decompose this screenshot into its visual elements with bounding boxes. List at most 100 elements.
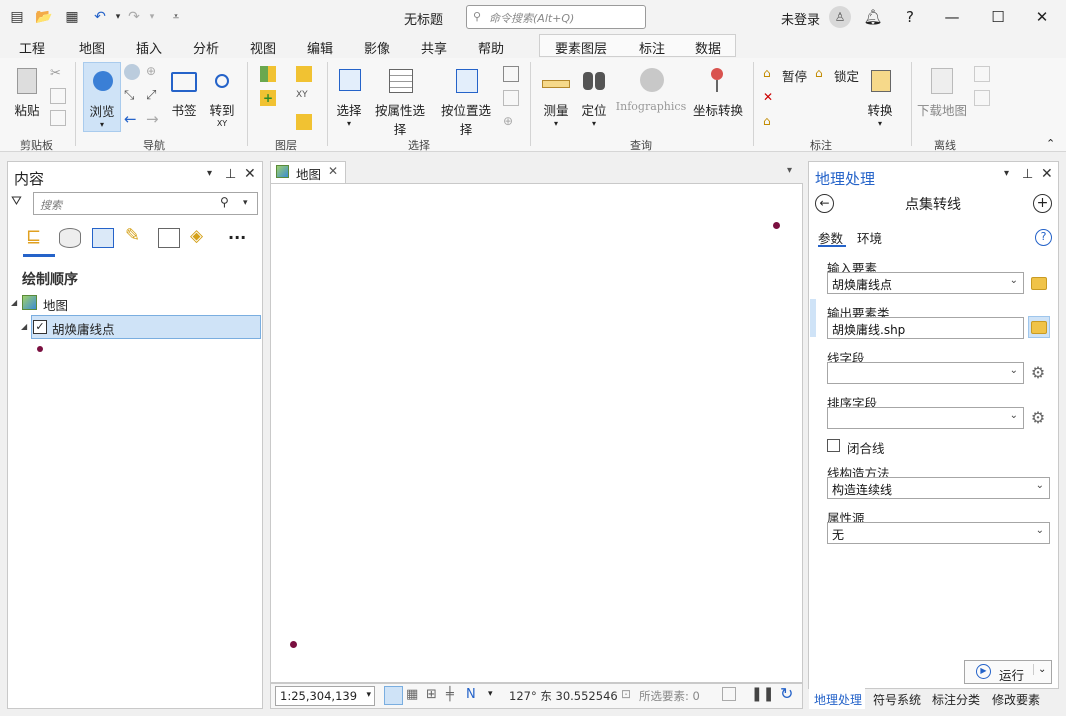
select-button[interactable]: 选择 ▾ [334, 66, 364, 128]
layer-expand-icon[interactable]: ◢ [21, 322, 27, 331]
pause-drawing-icon[interactable]: ❚❚ [751, 686, 774, 702]
layer-visibility-checkbox[interactable]: ✓ [33, 320, 47, 334]
fixed-zoom-icon[interactable]: ⊕ [146, 64, 162, 80]
forward-extent-icon[interactable]: → [146, 110, 162, 128]
tab-help[interactable]: 帮助 [478, 38, 504, 57]
north-arrow-icon[interactable]: N [466, 687, 476, 702]
locate-button[interactable]: 定位 ▾ [578, 66, 610, 128]
cut-icon[interactable]: ✂ [50, 66, 66, 82]
refresh-toggle-icon[interactable] [722, 687, 736, 701]
pane-tab-label-class[interactable]: 标注分类 [932, 691, 980, 708]
tab-share[interactable]: 共享 [421, 38, 447, 57]
add-tool-icon[interactable]: + [1033, 194, 1052, 213]
copy-icon[interactable] [50, 88, 66, 104]
sync-icon[interactable] [974, 66, 990, 82]
close-line-checkbox[interactable] [827, 439, 840, 452]
download-map-button[interactable]: 下载地图 [916, 66, 968, 119]
tab-list-dropdown-icon[interactable]: ▾ [787, 165, 792, 176]
pause-label-text[interactable]: 暂停 [782, 66, 807, 85]
help-icon[interactable]: ? [899, 6, 921, 28]
map-node-label[interactable]: 地图 [43, 295, 68, 314]
measure-button[interactable]: 测量 ▾ [538, 66, 574, 128]
filter-icon[interactable]: ⛛ [11, 194, 22, 209]
search-dropdown-icon[interactable]: ▾ [243, 198, 248, 208]
snapping-status-icon[interactable]: ⊞ [426, 687, 437, 702]
map-canvas[interactable] [270, 183, 803, 683]
new-project-icon[interactable]: ▤ [7, 7, 27, 27]
tab-data[interactable]: 数据 [695, 38, 721, 57]
customize-toolbar-icon[interactable]: ⩡ [166, 7, 186, 27]
selection-list-icon[interactable] [92, 228, 114, 248]
notification-bell-icon[interactable]: 🔔︎ [862, 6, 884, 28]
unplaced-labels-icon[interactable]: ✕ [763, 90, 779, 106]
attributes-icon[interactable] [503, 66, 519, 82]
add-graphics-icon[interactable] [296, 114, 312, 130]
close-tab-icon[interactable]: ✕ [328, 164, 338, 178]
refresh-icon[interactable]: ↻ [780, 684, 793, 703]
gp-pin-icon[interactable]: ⊥ [1022, 167, 1033, 182]
output-feature-class-field[interactable]: 胡焕庸线.shp [827, 317, 1024, 339]
input-features-field[interactable]: 胡焕庸线点 ⌄ [827, 272, 1024, 294]
clear-selection-icon[interactable] [503, 90, 519, 106]
editing-pencil-icon[interactable]: ✎ [125, 225, 140, 246]
tab-imagery[interactable]: 影像 [364, 38, 390, 57]
redo-dropdown-icon[interactable]: ▾ [142, 7, 162, 27]
map-point-feature[interactable] [290, 641, 297, 648]
data-source-icon[interactable] [59, 228, 81, 248]
select-by-attributes-button[interactable]: 按属性选择 [370, 66, 430, 138]
tab-view[interactable]: 视图 [250, 38, 276, 57]
run-button[interactable]: ▶ 运行 ⌄ [964, 660, 1052, 684]
coord-format-dropdown-icon[interactable]: ▾ [488, 689, 493, 699]
attribute-source-select[interactable]: 无 ⌄ [827, 522, 1050, 544]
more-labeling-icon[interactable]: ⌂ [763, 114, 779, 130]
pane-tab-modify-features[interactable]: 修改要素 [992, 691, 1040, 708]
open-folder-icon[interactable]: 📂 [34, 7, 54, 27]
drawing-order-icon[interactable]: ⊑ [26, 226, 50, 250]
more-options-icon[interactable]: ··· [228, 228, 246, 247]
pane-tab-symbology[interactable]: 符号系统 [873, 691, 921, 708]
select-by-location-button[interactable]: 按位置选择 [436, 66, 496, 138]
map-point-feature[interactable] [773, 222, 780, 229]
full-extent-icon[interactable] [124, 64, 140, 80]
goto-xy-button[interactable]: 转到 XY [205, 66, 239, 128]
line-field-gear-icon[interactable]: ⚙ [1029, 364, 1047, 382]
lock-label-icon[interactable]: ⌂ [815, 66, 831, 82]
gp-close-pane-icon[interactable]: ✕ [1041, 166, 1053, 182]
browse-output-folder-icon[interactable] [1031, 321, 1047, 334]
save-icon[interactable]: ▦ [62, 7, 82, 27]
remove-offline-icon[interactable] [974, 90, 990, 106]
tab-edit[interactable]: 编辑 [307, 38, 333, 57]
maximize-button[interactable]: ☐ [987, 6, 1009, 28]
basemap-icon[interactable] [260, 66, 276, 82]
lock-label-text[interactable]: 锁定 [834, 66, 859, 85]
pane-tab-geoprocessing[interactable]: 地理处理 [814, 691, 862, 708]
layer-name[interactable]: 胡焕庸线点 [52, 319, 115, 338]
paste-button[interactable]: 粘贴 [10, 66, 44, 119]
convert-labels-button[interactable]: 转换 ▾ [864, 66, 896, 128]
scale-selector[interactable]: 1:25,304,139 ▾ [275, 686, 375, 706]
sort-field-select[interactable]: ⌄ [827, 407, 1024, 429]
constraints-icon[interactable]: ╪ [446, 687, 454, 702]
zoom-out-fixed-icon[interactable]: ⤢ [146, 88, 162, 104]
tab-map[interactable]: 地图 [79, 38, 106, 60]
bookmark-button[interactable]: 书签 [168, 66, 200, 119]
fixed-scale-icon[interactable] [384, 686, 403, 705]
login-status[interactable]: 未登录 [781, 9, 820, 28]
gp-pane-options-icon[interactable]: ▾ [1004, 168, 1009, 179]
search-icon[interactable]: ⚲ [220, 195, 229, 209]
tab-analysis[interactable]: 分析 [193, 38, 219, 57]
add-data-icon[interactable] [296, 66, 312, 82]
back-extent-icon[interactable]: ← [124, 110, 140, 128]
explore-button[interactable]: 浏览 ▾ [83, 62, 121, 132]
tab-labeling[interactable]: 标注 [639, 38, 665, 57]
line-construction-method-select[interactable]: 构造连续线 ⌄ [827, 477, 1050, 499]
copy-path-icon[interactable] [50, 110, 66, 126]
labeling-tag-icon[interactable]: ◈ [190, 226, 203, 246]
command-search-input[interactable]: ⚲ 命令搜索(Alt+Q) [466, 5, 646, 29]
browse-folder-icon[interactable] [1031, 277, 1047, 290]
tab-insert[interactable]: 插入 [136, 38, 162, 57]
xy-table-icon[interactable]: XY [296, 90, 312, 106]
infographics-button[interactable]: Infographics [613, 66, 689, 113]
pause-label-icon[interactable]: ⌂ [763, 66, 779, 82]
tab-project[interactable]: 工程 [19, 38, 45, 57]
